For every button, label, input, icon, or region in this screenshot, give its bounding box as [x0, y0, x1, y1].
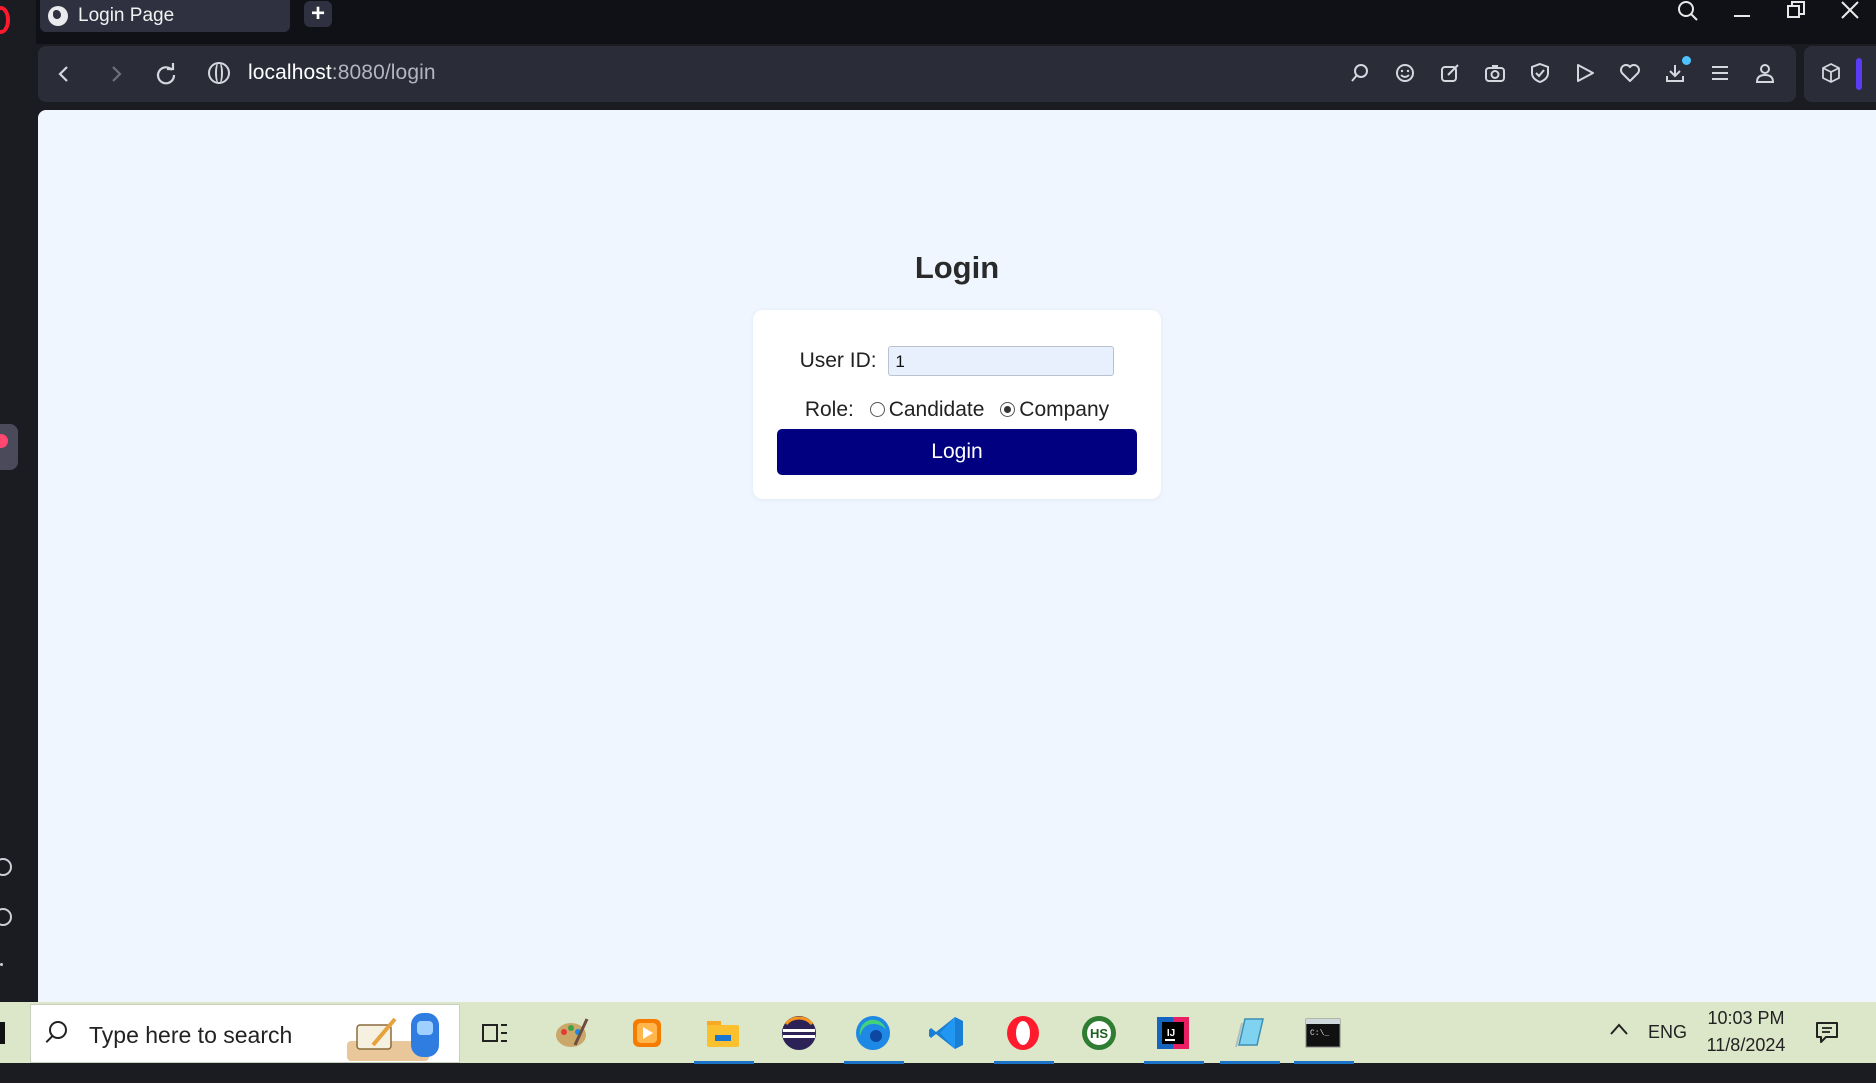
extensions-icon[interactable] — [1820, 62, 1842, 84]
eclipse-icon[interactable] — [776, 1010, 822, 1056]
forward-icon[interactable] — [102, 60, 130, 88]
minimize-icon[interactable] — [1720, 0, 1764, 28]
user-id-input[interactable]: 1 — [888, 346, 1115, 376]
svg-text:HS: HS — [1090, 1026, 1108, 1041]
address-bar[interactable]: localhost:8080/login — [248, 61, 436, 85]
heart-icon[interactable] — [1618, 62, 1642, 86]
page-viewport: Login User ID: 1 Role: Candidate Company… — [38, 110, 1876, 1002]
login-form: User ID: 1 Role: Candidate Company Login — [753, 310, 1161, 499]
page-title: Login — [914, 250, 1000, 285]
tab-login-page[interactable]: Login Page — [40, 0, 290, 32]
address-toolbar: localhost:8080/login — [38, 46, 1796, 102]
new-tab-button[interactable]: + — [304, 1, 332, 27]
role-company-label[interactable]: Company — [1019, 398, 1109, 421]
role-row: Role: Candidate Company — [753, 398, 1161, 422]
tray-chevron-icon[interactable] — [1608, 1020, 1630, 1081]
tab-title: Login Page — [78, 5, 175, 26]
globe-icon — [48, 6, 68, 26]
clock-date: 11/8/2024 — [1706, 1035, 1786, 1055]
taskbar-search[interactable]: Type here to search — [30, 1004, 460, 1063]
menu-icon[interactable] — [1708, 62, 1732, 86]
clock[interactable]: 10:03 PM 11/8/2024 — [1706, 1008, 1786, 1069]
role-candidate-radio[interactable] — [869, 402, 885, 417]
opera-logo-icon[interactable] — [0, 6, 10, 34]
send-icon[interactable] — [1573, 62, 1597, 86]
opera-icon[interactable] — [994, 1010, 1054, 1064]
clock-time: 10:03 PM — [1707, 1008, 1785, 1028]
share-icon[interactable] — [1438, 62, 1462, 86]
close-icon[interactable] — [1828, 0, 1872, 28]
media-player-icon[interactable] — [624, 1010, 670, 1056]
edge-icon[interactable] — [844, 1010, 904, 1064]
svg-text:C:\_: C:\_ — [1310, 1029, 1329, 1038]
notepad-icon[interactable] — [1220, 1010, 1280, 1064]
vscode-icon[interactable] — [924, 1010, 970, 1056]
search-icon — [49, 1021, 67, 1039]
url-path: :8080/login — [331, 61, 436, 84]
paint-icon[interactable] — [548, 1010, 594, 1056]
reload-icon[interactable] — [152, 60, 180, 88]
shield-icon[interactable] — [1528, 62, 1552, 86]
download-badge-icon — [1682, 56, 1691, 65]
extensions-panel — [1804, 46, 1876, 102]
role-company-radio[interactable] — [1000, 402, 1016, 417]
sidebar-history-icon[interactable] — [0, 858, 12, 876]
search-page-icon[interactable] — [1348, 62, 1372, 86]
login-button[interactable]: Login — [777, 429, 1137, 475]
user-id-label: User ID: — [799, 349, 877, 372]
sidebar-settings-icon[interactable] — [0, 908, 12, 926]
site-info-icon[interactable] — [208, 62, 230, 84]
browser-sidebar — [0, 0, 36, 1002]
search-highlight-icon — [347, 1013, 439, 1061]
sidebar-app-icon[interactable] — [0, 424, 18, 470]
snapshot-icon[interactable] — [1483, 62, 1507, 86]
emoji-icon[interactable] — [1393, 62, 1417, 86]
start-icon[interactable] — [0, 1022, 5, 1044]
taskbar: Type here to search HS IJ C:\_ ENG 10:03… — [0, 1002, 1876, 1064]
file-explorer-icon[interactable] — [694, 1010, 754, 1064]
intellij-icon[interactable]: IJ — [1144, 1010, 1204, 1064]
sidebar-accent-bar — [1856, 58, 1862, 90]
tab-bar: Login Page + — [36, 0, 1876, 44]
role-candidate-label[interactable]: Candidate — [889, 398, 985, 421]
back-icon[interactable] — [50, 60, 78, 88]
svg-text:IJ: IJ — [1167, 1028, 1175, 1039]
role-label: Role: — [804, 398, 854, 421]
terminal-icon[interactable]: C:\_ — [1294, 1010, 1354, 1064]
restore-icon[interactable] — [1774, 0, 1818, 28]
task-view-icon[interactable] — [472, 1010, 518, 1056]
search-tabs-icon[interactable] — [1666, 0, 1710, 28]
url-host: localhost — [248, 61, 332, 84]
search-placeholder: Type here to search — [89, 1022, 293, 1048]
profile-icon[interactable] — [1753, 62, 1777, 86]
hs-icon[interactable]: HS — [1076, 1010, 1122, 1056]
user-id-row: User ID: 1 — [753, 346, 1161, 376]
sidebar-more-icon[interactable] — [0, 963, 3, 966]
notifications-icon[interactable] — [1814, 1020, 1840, 1081]
language-indicator[interactable]: ENG — [1648, 1022, 1687, 1083]
download-icon[interactable] — [1663, 62, 1687, 86]
